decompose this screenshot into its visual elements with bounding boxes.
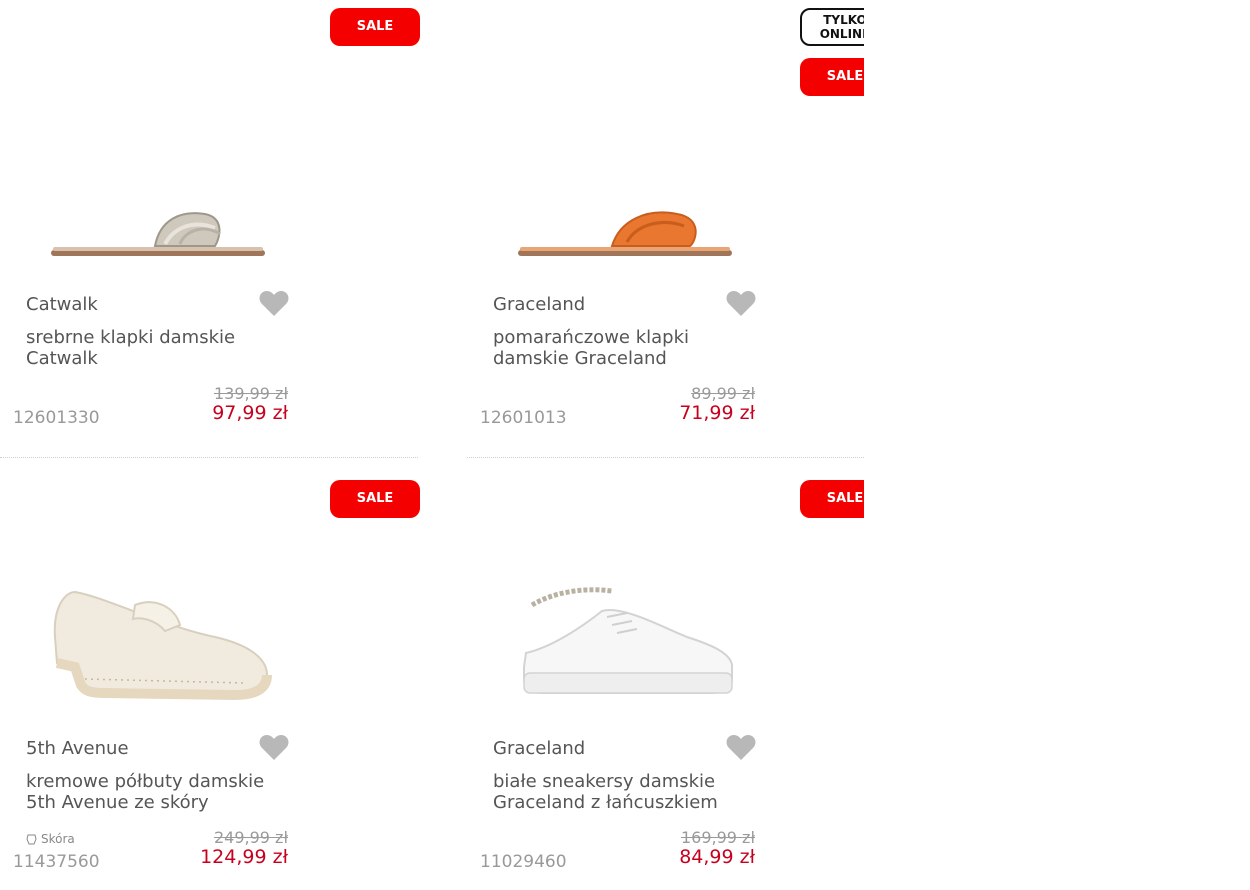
product-card[interactable]: TYLKO ONLINE SALE Graceland pomarańczowe… [467,0,864,445]
heart-icon[interactable] [726,289,756,317]
sale-price: 71,99 zł [679,402,755,424]
product-card[interactable]: SALE Graceland białe sneakersy damskie G… [467,472,864,890]
badge-group: SALE [800,480,864,518]
row-divider [467,457,864,458]
sale-badge: SALE [800,480,864,518]
badge-group: SALE [330,8,420,46]
leather-icon [26,834,37,844]
old-price: 249,99 zł [213,828,288,847]
old-price: 139,99 zł [213,384,288,403]
sale-price: 124,99 zł [200,846,288,868]
sale-price: 97,99 zł [212,402,288,424]
product-card[interactable]: SALE Catwalk srebrne klapki damskie Catw… [0,0,420,445]
sale-badge: SALE [330,8,420,46]
product-name[interactable]: pomarańczowe klapki damskie Graceland [493,327,743,369]
product-sku: 12601330 [13,408,100,428]
product-sku: 11029460 [480,852,567,872]
product-sku: 12601013 [480,408,567,428]
product-image-silver-slide[interactable] [45,180,275,270]
old-price: 169,99 zł [680,828,755,847]
sale-badge: SALE [330,480,420,518]
online-only-badge: TYLKO ONLINE [800,8,864,46]
row-divider [0,457,418,458]
product-grid: SALE Catwalk srebrne klapki damskie Catw… [0,0,864,890]
product-image-orange-slide[interactable] [512,180,742,270]
product-card[interactable]: SALE 5th Avenue kremowe półbuty damskie … [0,472,420,890]
heart-icon[interactable] [259,733,289,761]
product-brand[interactable]: Graceland [493,294,585,315]
product-name[interactable]: kremowe półbuty damskie 5th Avenue ze sk… [26,771,276,813]
product-name[interactable]: srebrne klapki damskie Catwalk [26,327,276,369]
heart-icon[interactable] [259,289,289,317]
material-tag: Skóra [26,832,75,846]
old-price: 89,99 zł [691,384,755,403]
heart-icon[interactable] [726,733,756,761]
product-sku: 11437560 [13,852,100,872]
product-image-white-sneaker[interactable] [512,567,742,707]
sale-price: 84,99 zł [679,846,755,868]
product-brand[interactable]: Graceland [493,738,585,759]
product-name[interactable]: białe sneakersy damskie Graceland z łańc… [493,771,743,813]
sale-badge: SALE [800,58,864,96]
badge-group: TYLKO ONLINE SALE [800,8,864,96]
product-image-cream-loafer[interactable] [45,567,275,707]
badge-group: SALE [330,480,420,518]
product-brand[interactable]: 5th Avenue [26,738,129,759]
product-brand[interactable]: Catwalk [26,294,98,315]
